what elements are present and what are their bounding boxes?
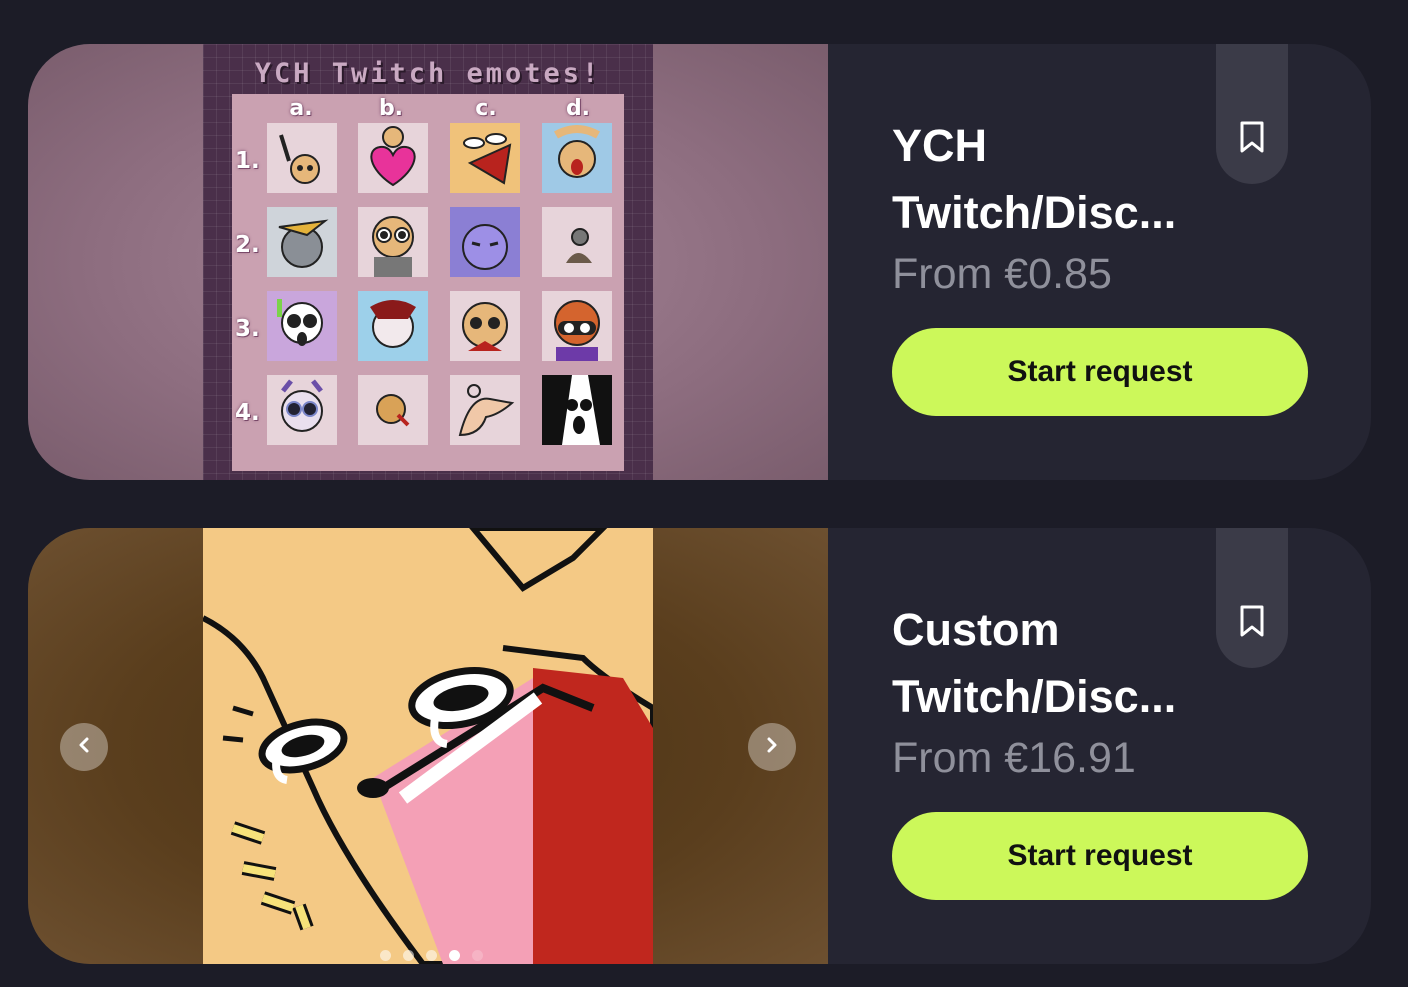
bookmark-button[interactable]: [1216, 44, 1288, 184]
emote-thumbnail: [450, 207, 520, 277]
carousel-next-button[interactable]: [748, 723, 796, 771]
listing-title[interactable]: YCH Twitch/Disc...: [892, 112, 1222, 246]
carousel-dot[interactable]: [380, 950, 391, 961]
listing-image-carousel[interactable]: [28, 528, 828, 964]
listing-title-line: YCH: [892, 120, 988, 171]
listing-card-ych[interactable]: YCH Twitch emotes! a. b. c. d. 1. 2. 3. …: [28, 44, 1371, 480]
emote-thumbnail: [542, 123, 612, 193]
listing-title[interactable]: Custom Twitch/Disc...: [892, 596, 1222, 730]
emote-sheet-image: YCH Twitch emotes! a. b. c. d. 1. 2. 3. …: [203, 44, 653, 480]
listing-title-line: Twitch/Disc...: [892, 187, 1177, 238]
listing-image[interactable]: YCH Twitch emotes! a. b. c. d. 1. 2. 3. …: [28, 44, 828, 480]
listing-title-line: Twitch/Disc...: [892, 671, 1177, 722]
emote-row-label: 1.: [235, 148, 260, 174]
chevron-left-icon: [77, 736, 91, 758]
start-request-button[interactable]: Start request: [892, 812, 1308, 900]
emote-column-label: d.: [565, 96, 591, 121]
emote-thumbnail: [267, 375, 337, 445]
chevron-right-icon: [765, 736, 779, 758]
listing-price: From €0.85: [892, 250, 1112, 298]
emote-sheet-title: YCH Twitch emotes!: [254, 58, 602, 89]
emote-thumbnail: [267, 291, 337, 361]
emote-thumbnail: [358, 375, 428, 445]
emote-column-label: a.: [289, 96, 313, 121]
emote-thumbnail: [450, 375, 520, 445]
bookmark-icon: [1238, 120, 1266, 158]
emote-thumbnail: [267, 207, 337, 277]
carousel-dot-active[interactable]: [449, 950, 460, 961]
carousel-pagination: [380, 950, 483, 961]
emote-thumbnail: [542, 291, 612, 361]
emote-thumbnail: [450, 123, 520, 193]
emote-closeup-image: [203, 528, 653, 964]
emote-row-label: 2.: [235, 232, 260, 258]
emote-row-label: 4.: [235, 400, 260, 426]
carousel-dot[interactable]: [472, 950, 483, 961]
carousel-dot[interactable]: [426, 950, 437, 961]
emote-thumbnail: [542, 207, 612, 277]
emote-column-label: b.: [378, 96, 404, 121]
emote-thumbnail: [358, 207, 428, 277]
emote-row-label: 3.: [235, 316, 260, 342]
emote-thumbnail: [450, 291, 520, 361]
bookmark-button[interactable]: [1216, 528, 1288, 668]
emote-thumbnail: [542, 375, 612, 445]
emote-thumbnail: [267, 123, 337, 193]
emote-column-label: c.: [475, 96, 497, 121]
carousel-prev-button[interactable]: [60, 723, 108, 771]
listing-card-custom[interactable]: Custom Twitch/Disc... From €16.91 Start …: [28, 528, 1371, 964]
listing-title-line: Custom: [892, 604, 1060, 655]
start-request-button[interactable]: Start request: [892, 328, 1308, 416]
carousel-dot[interactable]: [403, 950, 414, 961]
emote-thumbnail: [358, 123, 428, 193]
bookmark-icon: [1238, 604, 1266, 642]
emote-thumbnail: [358, 291, 428, 361]
listing-price: From €16.91: [892, 734, 1136, 782]
